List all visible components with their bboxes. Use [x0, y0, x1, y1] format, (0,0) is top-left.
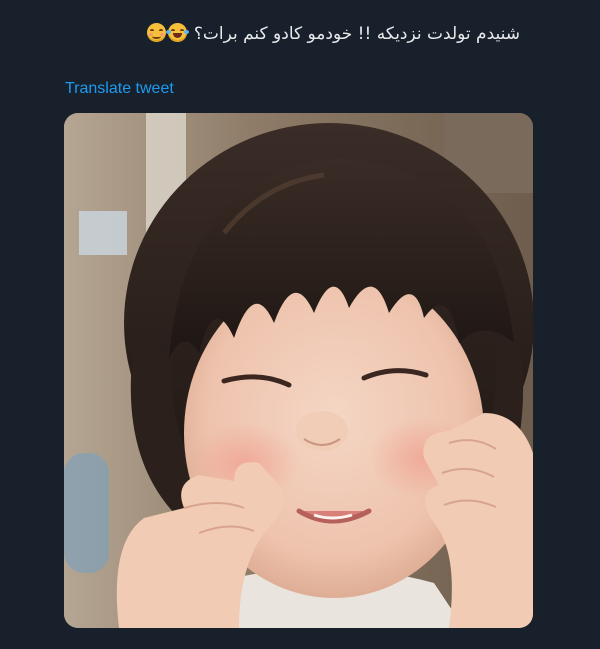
grinning-squinting-face-emoji [166, 23, 190, 42]
tweet-text-row: شنیدم تولدت نزدیکه !! خودمو کادو کنم برا… [146, 22, 520, 46]
relieved-face-emoji [147, 23, 167, 42]
toddler-photo-illustration [64, 113, 533, 628]
tweet-text: شنیدم تولدت نزدیکه !! خودمو کادو کنم برا… [193, 24, 520, 44]
tweet-photo[interactable] [64, 113, 533, 628]
tweet-page: شنیدم تولدت نزدیکه !! خودمو کادو کنم برا… [0, 0, 600, 649]
translate-tweet-link[interactable]: Translate tweet [65, 79, 174, 99]
